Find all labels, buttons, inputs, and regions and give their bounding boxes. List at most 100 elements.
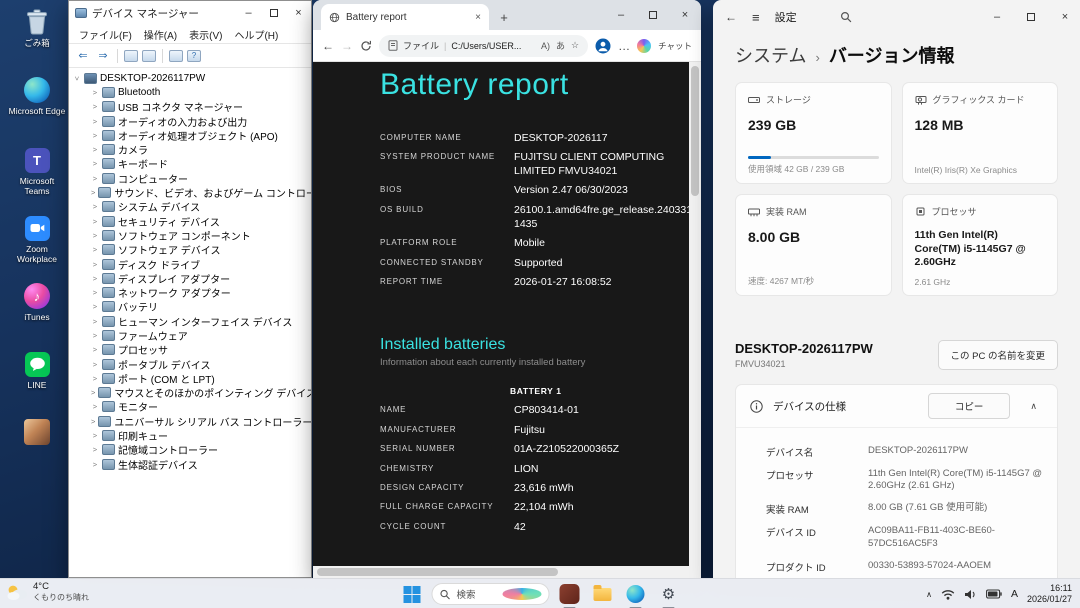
device-tree-item[interactable]: > システム デバイス [69,200,311,214]
device-tree-item[interactable]: > プロセッサ [69,343,311,357]
copy-button[interactable]: コピー [927,393,1011,419]
chevron-collapsed-icon[interactable]: > [91,102,99,111]
device-tree-item[interactable]: > キーボード [69,157,311,171]
chevron-collapsed-icon[interactable]: > [91,331,99,340]
scrollbar-thumb[interactable] [317,568,558,576]
new-tab-button[interactable]: + [493,6,515,28]
volume-icon[interactable] [964,589,977,600]
scrollbar-thumb[interactable] [691,66,699,196]
tab-close-icon[interactable]: × [475,12,481,23]
device-tree-item[interactable]: > オーディオ処理オブジェクト (APO) [69,128,311,143]
device-tree-item[interactable]: > ソフトウェア デバイス [69,243,311,257]
chevron-collapsed-icon[interactable]: > [91,302,99,311]
rename-pc-button[interactable]: この PC の名前を変更 [937,340,1058,370]
translate-icon[interactable]: あ [556,39,565,52]
device-tree-item[interactable]: > バッテリ [69,300,311,314]
minimize-button[interactable]: – [236,1,261,25]
desktop-icon-edge[interactable]: Microsoft Edge [8,76,66,117]
desktop-icon-recycle-bin[interactable]: ごみ箱 [8,8,66,49]
device-manager-titlebar[interactable]: デバイス マネージャー – × [69,1,311,25]
device-specs-header[interactable]: デバイスの仕様 コピー ∧ [736,385,1057,427]
device-tree-item[interactable]: > ヒューマン インターフェイス デバイス [69,314,311,329]
minimize-button[interactable]: – [980,1,1014,33]
device-tree-item[interactable]: > ソフトウェア コンポーネント [69,228,311,243]
chevron-collapsed-icon[interactable]: > [91,117,99,126]
battery-icon[interactable] [985,589,1002,599]
desktop-icon-teams[interactable]: T Microsoft Teams [8,146,66,197]
desktop-icon-shortcut[interactable] [8,418,66,449]
profile-avatar-icon[interactable] [595,38,611,54]
chevron-collapsed-icon[interactable]: > [91,445,99,454]
horizontal-scrollbar[interactable] [313,566,701,578]
minimize-button[interactable]: – [605,0,637,30]
settings-titlebar[interactable]: ← ≡ 設定 – × [713,0,1080,34]
menu-item[interactable]: ファイル(F) [73,27,138,42]
device-tree-item[interactable]: > マウスとそのほかのポインティング デバイス [69,386,311,400]
browser-tab[interactable]: Battery report × [321,4,489,30]
back-icon[interactable]: ⇐ [75,49,91,62]
page-info-icon[interactable] [388,40,398,51]
refresh-icon[interactable] [360,40,372,52]
chevron-collapsed-icon[interactable]: > [91,188,95,197]
device-tree-item[interactable]: > オーディオの入力および出力 [69,114,311,129]
device-tree-item[interactable]: > ユニバーサル シリアル バス コントローラー [69,414,311,429]
hidden-icons-chevron[interactable]: ∧ [926,590,932,599]
chevron-collapsed-icon[interactable]: > [91,159,99,168]
chevron-collapsed-icon[interactable]: > [91,388,95,397]
device-tree-item[interactable]: > ネットワーク アダプター [69,285,311,300]
device-tree-item[interactable]: > 生体認証デバイス [69,457,311,472]
chevron-collapsed-icon[interactable]: > [91,374,99,383]
ime-mode-indicator[interactable]: A [1011,588,1018,600]
chevron-collapsed-icon[interactable]: > [91,317,99,326]
chevron-collapsed-icon[interactable]: > [91,260,99,269]
search-icon[interactable] [840,11,852,23]
menu-item[interactable]: ヘルプ(H) [228,27,284,42]
scan-hardware-icon[interactable] [169,49,183,62]
breadcrumb-parent[interactable]: システム [735,42,806,68]
device-tree-item[interactable]: > 印刷キュー [69,428,311,443]
device-tree-item[interactable]: > ポータブル デバイス [69,357,311,372]
device-tree-item[interactable]: > ファームウェア [69,328,311,343]
chevron-collapsed-icon[interactable]: > [91,417,95,426]
device-tree-item[interactable]: > 記憶域コントローラー [69,443,311,457]
device-tree-item[interactable]: > セキュリティ デバイス [69,214,311,229]
chevron-expanded-icon[interactable]: > [73,74,82,82]
device-tree-item[interactable]: > カメラ [69,142,311,157]
forward-icon[interactable]: ⇒ [95,49,111,62]
taskbar-search[interactable]: 検索 [431,583,550,605]
desktop-icon-zoom[interactable]: Zoom Workplace [8,214,66,265]
close-button[interactable]: × [669,0,701,30]
desktop-icon-line[interactable]: LINE [8,350,66,391]
taskbar-file-explorer[interactable] [590,581,616,607]
maximize-button[interactable] [1014,1,1048,33]
hamburger-menu-icon[interactable]: ≡ [752,10,760,25]
chevron-collapsed-icon[interactable]: > [91,245,99,254]
copilot-chat-label[interactable]: チャット [658,40,692,52]
device-tree-item[interactable]: > ポート (COM と LPT) [69,371,311,386]
address-bar[interactable]: ファイル | C:/Users/USER... A) あ ☆ [379,34,589,57]
device-tree-root[interactable]: > DESKTOP-2026117PW [69,71,311,85]
taskbar-edge[interactable] [623,581,649,608]
copilot-icon[interactable] [637,38,652,53]
chevron-collapsed-icon[interactable]: > [91,431,99,440]
close-button[interactable]: × [1048,1,1080,33]
help-icon[interactable]: ? [187,49,201,62]
favorites-star-icon[interactable]: ☆ [571,40,579,51]
start-button[interactable] [399,581,425,607]
back-icon[interactable]: ← [322,39,334,53]
browser-tabstrip[interactable]: Battery report × + – × [313,0,701,30]
maximize-button[interactable] [637,0,669,30]
device-tree-item[interactable]: > ディスク ドライブ [69,257,311,272]
chevron-collapsed-icon[interactable]: > [91,145,99,154]
chevron-collapsed-icon[interactable]: > [91,231,99,240]
chevron-collapsed-icon[interactable]: > [91,288,99,297]
menu-item[interactable]: 表示(V) [183,27,228,42]
forward-icon[interactable]: → [341,39,353,53]
chevron-collapsed-icon[interactable]: > [91,131,99,140]
device-tree-item[interactable]: > モニター [69,400,311,414]
chevron-collapsed-icon[interactable]: > [91,360,99,369]
documentation-icon[interactable] [124,49,138,62]
device-tree-item[interactable]: > コンピューター [69,171,311,186]
chevron-collapsed-icon[interactable]: > [91,402,99,411]
chevron-collapsed-icon[interactable]: > [91,202,99,211]
